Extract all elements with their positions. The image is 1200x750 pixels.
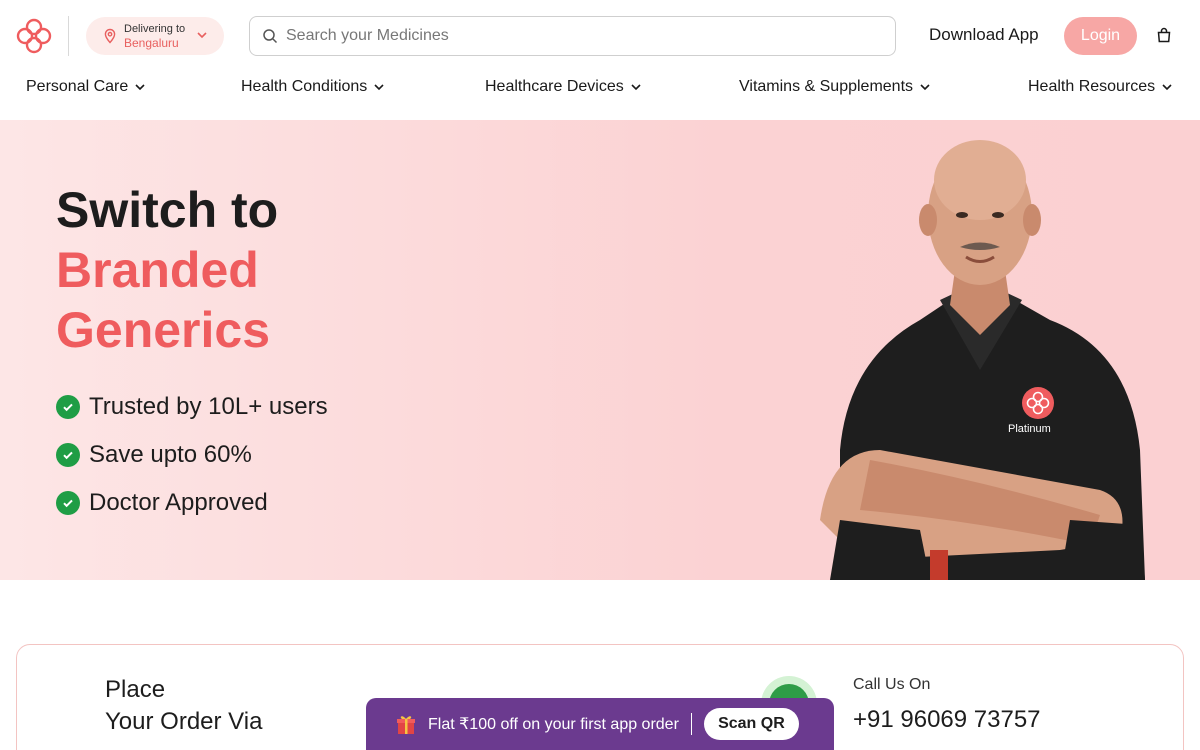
location-selector[interactable]: Delivering to Bengaluru bbox=[86, 17, 224, 55]
nav-item-health-conditions[interactable]: Health Conditions bbox=[241, 78, 385, 96]
hero-bullet: Save upto 60% bbox=[56, 441, 252, 469]
cart-icon[interactable] bbox=[1156, 27, 1172, 43]
hero-title-line3: Generics bbox=[56, 302, 271, 358]
check-icon bbox=[56, 395, 80, 419]
location-pin-icon bbox=[104, 28, 116, 44]
nav-item-health-resources[interactable]: Health Resources bbox=[1028, 78, 1173, 96]
order-heading-line1: Place bbox=[105, 676, 166, 703]
download-app-link[interactable]: Download App bbox=[929, 25, 1039, 45]
search-input[interactable] bbox=[286, 27, 866, 45]
hero-banner[interactable]: Switch to Branded Generics Trusted by 10… bbox=[0, 120, 1200, 580]
login-button[interactable]: Login bbox=[1064, 17, 1137, 55]
promo-text: Flat ₹100 off on your first app order bbox=[428, 716, 679, 733]
hero-bullet: Trusted by 10L+ users bbox=[56, 393, 328, 421]
hero-bullet-text: Doctor Approved bbox=[89, 489, 268, 516]
shirt-logo-text: Platinum bbox=[1008, 423, 1051, 435]
nav-item-vitamins-supplements[interactable]: Vitamins & Supplements bbox=[739, 78, 931, 96]
nav-item-label: Personal Care bbox=[26, 78, 129, 95]
nav-item-personal-care[interactable]: Personal Care bbox=[26, 78, 146, 96]
hero-bullet-text: Save upto 60% bbox=[89, 441, 252, 468]
call-number[interactable]: +91 96069 73757 bbox=[853, 706, 1041, 734]
nav-item-label: Health Resources bbox=[1028, 78, 1156, 95]
search-icon bbox=[263, 29, 278, 44]
header: Delivering to Bengaluru Download App Log… bbox=[0, 0, 1200, 72]
check-icon bbox=[56, 491, 80, 515]
promo-divider bbox=[690, 713, 692, 735]
hero-title-line2: Branded bbox=[56, 242, 259, 298]
order-heading-line2: Your Order Via bbox=[105, 708, 263, 735]
hero-bullet-text: Trusted by 10L+ users bbox=[89, 393, 328, 420]
nav-item-healthcare-devices[interactable]: Healthcare Devices bbox=[485, 78, 642, 96]
hero-title-line1: Switch to bbox=[56, 182, 279, 238]
chevron-down-icon bbox=[920, 84, 930, 91]
location-label: Delivering to bbox=[124, 23, 186, 35]
chevron-down-icon bbox=[631, 84, 641, 91]
hero-bullet: Doctor Approved bbox=[56, 489, 268, 517]
nav-item-label: Health Conditions bbox=[241, 78, 368, 95]
gift-icon bbox=[397, 716, 415, 734]
chevron-down-icon bbox=[374, 84, 384, 91]
scan-qr-button[interactable]: Scan QR bbox=[703, 708, 799, 740]
check-icon bbox=[56, 443, 80, 467]
nav-item-label: Healthcare Devices bbox=[485, 78, 624, 95]
logo-icon[interactable] bbox=[14, 16, 54, 56]
spokesperson-image: Platinum bbox=[820, 140, 1145, 580]
header-divider bbox=[68, 16, 69, 56]
search-box[interactable] bbox=[249, 16, 896, 56]
location-city: Bengaluru bbox=[124, 36, 179, 50]
promo-bar: Flat ₹100 off on your first app order Sc… bbox=[366, 698, 834, 750]
nav-item-label: Vitamins & Supplements bbox=[739, 78, 914, 95]
call-label: Call Us On bbox=[853, 676, 931, 693]
chevron-down-icon bbox=[1162, 84, 1172, 91]
chevron-down-icon bbox=[135, 84, 145, 91]
category-nav: Personal Care Health Conditions Healthca… bbox=[0, 72, 1200, 120]
chevron-down-icon bbox=[197, 32, 207, 39]
